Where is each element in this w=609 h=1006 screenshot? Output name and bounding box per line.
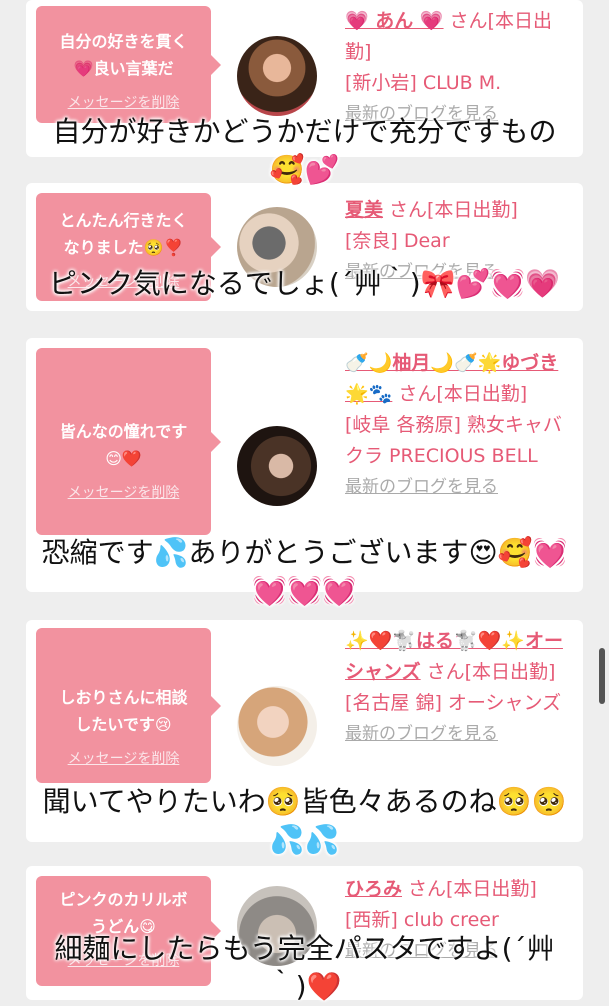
message-text: しおりさんに相談 したいです😢 [59, 688, 188, 734]
cast-name-link[interactable]: 夏美 [345, 199, 383, 221]
avatar[interactable] [237, 36, 317, 116]
cast-name-link[interactable]: ひろみ [345, 878, 402, 900]
message-text: とんたん行きたく なりました🥺❣️ [59, 211, 188, 257]
cast-status: さん[本日出勤] [398, 383, 528, 405]
message-text: 自分の好きを貫く 💗良い言葉だ [59, 32, 188, 78]
cast-location: [奈良] Dear [345, 230, 450, 252]
message-text: 皆んなの憧れです 😊❤️ [59, 422, 188, 468]
cast-info: 🍼🌙柚月🌙🍼🌟ゆづき🌟🐾 さん[本日出勤] [岐阜 各務原] 熟女キャバクラ PR… [345, 348, 577, 503]
cast-status: さん[本日出勤] [426, 661, 556, 683]
message-bubble: しおりさんに相談 したいです😢 メッセージを削除 [36, 628, 221, 783]
delete-message-link[interactable]: メッセージを削除 [36, 92, 211, 112]
message-bubble: 自分の好きを貫く 💗良い言葉だ メッセージを削除 [36, 6, 221, 123]
cast-status: さん[本日出勤] [408, 878, 537, 900]
overlay-caption: 細麺にしたらもう完全パスタですよ(´艸 ｀)❤️ [54, 932, 555, 1003]
overlay-caption: 恐縮です💦ありがとうございます😍🥰💓 💓💓💓 [41, 536, 568, 607]
scrollbar[interactable] [599, 648, 605, 704]
avatar[interactable] [237, 426, 317, 506]
avatar[interactable] [237, 686, 317, 766]
cast-info: 💗 あん 💗 さん[本日出勤] [新小岩] CLUB M. 最新のブログを見る [345, 6, 577, 130]
latest-blog-link[interactable]: 最新のブログを見る [345, 719, 577, 750]
cast-location: [岐阜 各務原] 熟女キャバクラ PRECIOUS BELL [345, 414, 562, 467]
cast-info: ✨❤️🐩はる🐩❤️✨オーシャンズ さん[本日出勤] [名古屋 錦] オーシャンズ … [345, 626, 577, 750]
overlay-caption: ピンク気になるでしょ(´艸｀)🎀💕💓💗 [48, 267, 561, 300]
cast-location: [新小岩] CLUB M. [345, 72, 502, 94]
message-bubble: 皆んなの憧れです 😊❤️ メッセージを削除 [36, 348, 221, 535]
cast-location: [名古屋 錦] オーシャンズ [345, 692, 562, 714]
overlay-caption: 聞いてやりたいわ🥺皆色々あるのね🥺🥺 💦💦 [42, 785, 567, 856]
overlay-caption: 自分が好きかどうかだけで充分ですもの 🥰💕 [52, 115, 557, 186]
delete-message-link[interactable]: メッセージを削除 [36, 482, 211, 502]
cast-status: さん[本日出勤] [389, 199, 518, 221]
cast-name-link[interactable]: 💗 あん 💗 [345, 10, 444, 32]
latest-blog-link[interactable]: 最新のブログを見る [345, 472, 577, 503]
delete-message-link[interactable]: メッセージを削除 [36, 748, 211, 768]
